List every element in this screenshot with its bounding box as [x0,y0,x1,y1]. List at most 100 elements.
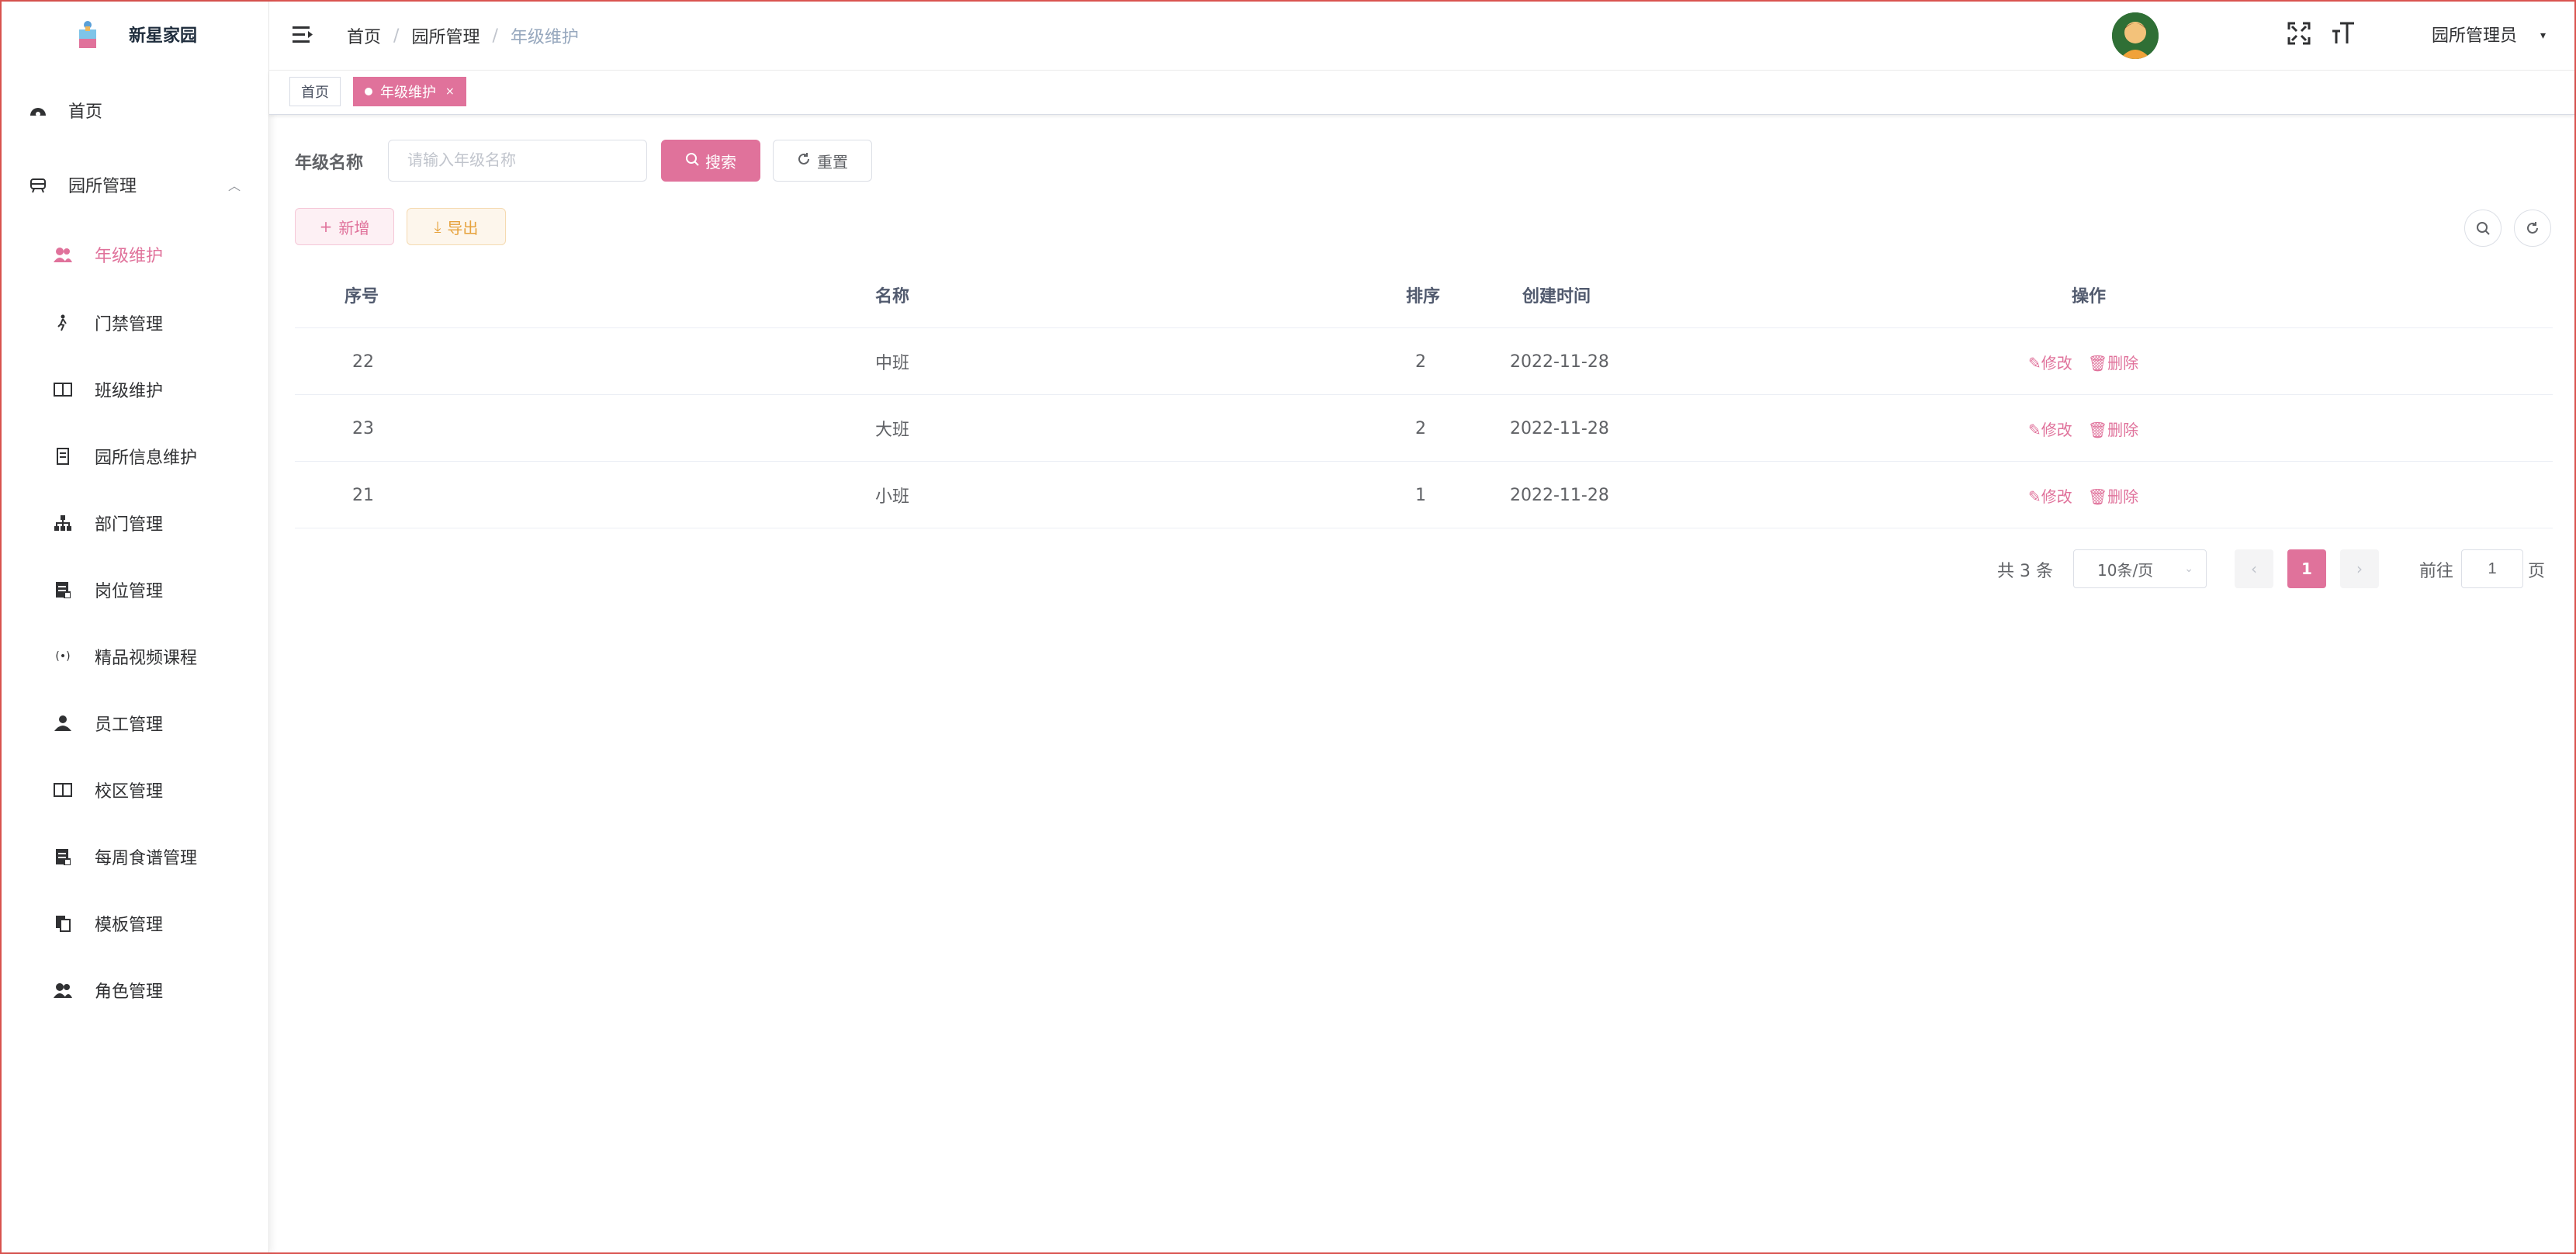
dashboard-icon [28,100,48,120]
font-size-icon[interactable] [2331,19,2356,50]
sidebar-item-access-control[interactable]: 门禁管理 [2,300,268,346]
column-header-sort: 排序 [1406,287,1441,307]
export-button[interactable]: ⤓ 导出 [407,208,506,245]
delete-link[interactable]: 🗑删除 [2088,351,2138,373]
sidebar-item-campus[interactable]: 校区管理 [2,767,268,813]
breadcrumb-separator: / [393,26,400,46]
sidebar-item-label: 员工管理 [95,715,164,735]
search-button-label: 搜索 [705,152,736,171]
cell-sort: 2 [1415,418,1426,438]
fullscreen-icon[interactable] [2287,22,2311,50]
breadcrumb-home[interactable]: 首页 [347,23,381,48]
page-number-button[interactable]: 1 [2287,549,2326,588]
add-button-label: 新增 [338,218,370,237]
edit-label: 修改 [2041,487,2072,506]
plus-icon: + [319,217,333,236]
cell-actions: ✎修改 🗑删除 [2028,329,2154,394]
cell-sort: 2 [1415,352,1426,372]
copy-icon [53,913,73,934]
cell-sort: 1 [1415,485,1426,505]
sidebar-item-home[interactable]: 首页 [2,87,268,133]
users-icon [53,244,73,265]
delete-link[interactable]: 🗑删除 [2088,484,2138,507]
caret-down-icon[interactable]: ▾ [2540,29,2546,42]
sidebar-item-template[interactable]: 模板管理 [2,900,268,947]
sidebar-item-role[interactable]: 角色管理 [2,967,268,1013]
chevron-down-icon: ⌄ [2184,563,2193,575]
trash-icon: 🗑 [2087,420,2108,439]
search-icon [2477,222,2490,235]
table-row: 22 中班 2 2022-11-28 ✎修改 🗑删除 [295,329,2553,395]
goto-unit: 页 [2528,562,2546,581]
prev-page-button[interactable]: ‹ [2235,549,2273,588]
tag-home[interactable]: 首页 [289,77,341,106]
sidebar-item-label: 门禁管理 [95,315,164,334]
sidebar-item-kindergarten-info[interactable]: 园所信息维护 [2,433,268,480]
edit-link[interactable]: ✎修改 [2028,484,2072,507]
cell-created: 2022-11-28 [1510,485,1609,505]
reset-button-label: 重置 [817,152,848,171]
sidebar-item-label: 角色管理 [95,982,164,1002]
sidebar-item-department[interactable]: 部门管理 [2,500,268,546]
cell-actions: ✎修改 🗑删除 [2028,462,2154,528]
delete-link[interactable]: 🗑删除 [2088,417,2138,440]
users-icon [53,980,73,1000]
table-header: 序号 名称 排序 创建时间 操作 [295,262,2553,328]
trash-icon: 🗑 [2087,353,2108,372]
column-header-id: 序号 [345,287,379,307]
tag-label: 首页 [301,85,329,101]
app-title: 新星家园 [129,26,198,46]
book-icon [53,379,73,400]
tag-grade-maintenance[interactable]: 年级维护 × [353,77,466,106]
delete-label: 删除 [2107,420,2139,439]
column-header-name: 名称 [875,287,910,307]
top-navbar: 首页 / 园所管理 / 年级维护 [269,2,2574,71]
sidebar-item-weekly-menu[interactable]: 每周食谱管理 [2,833,268,880]
book-icon [53,780,73,800]
sidebar-item-video-courses[interactable]: (•) 精品视频课程 [2,633,268,680]
edit-link[interactable]: ✎修改 [2028,351,2072,373]
cell-actions: ✎修改 🗑删除 [2028,396,2154,461]
search-button[interactable]: 搜索 [661,140,760,182]
sidebar-item-grade-maintenance[interactable]: 年级维护 [2,231,268,278]
sidebar-item-position[interactable]: 岗位管理 [2,566,268,613]
breadcrumb-kindergarten[interactable]: 园所管理 [411,23,480,48]
download-icon: ⤓ [434,217,441,236]
edit-label: 修改 [2041,353,2072,372]
edit-label: 修改 [2041,420,2072,439]
trash-icon: 🗑 [2087,487,2108,506]
page-size-select[interactable]: 10条/页 ⌄ [2073,549,2207,588]
sidebar-item-staff[interactable]: 员工管理 [2,700,268,747]
tags-view: 首页 年级维护 × [269,71,2574,115]
add-button[interactable]: + 新增 [295,208,394,245]
user-name[interactable]: 园所管理员 [2432,22,2517,47]
reset-button[interactable]: 重置 [773,140,872,182]
active-dot-icon [365,88,372,95]
column-header-actions: 操作 [2072,287,2107,307]
tree-icon [53,513,73,533]
cell-id: 23 [352,418,374,438]
list-icon [53,847,73,867]
sidebar-item-kindergarten-management[interactable]: 园所管理 ︿ [2,161,268,208]
edit-link[interactable]: ✎修改 [2028,417,2072,440]
export-button-label: 导出 [447,218,479,237]
cell-name: 大班 [875,421,910,440]
menu-toggle-icon[interactable] [293,25,314,45]
building-icon [28,175,48,195]
column-header-created: 创建时间 [1522,287,1591,307]
avatar[interactable] [2112,12,2159,59]
chevron-right-icon: › [2356,559,2363,578]
toggle-search-button[interactable] [2464,210,2502,247]
next-page-button[interactable]: › [2340,549,2379,588]
cell-created: 2022-11-28 [1510,352,1609,372]
refresh-icon [797,151,811,170]
page-size-value: 10条/页 [2097,560,2154,580]
goto-page-input[interactable] [2461,549,2523,588]
cell-name: 中班 [875,354,910,373]
cell-name: 小班 [875,487,910,507]
logo[interactable]: 新星家园 [2,2,268,68]
grade-name-input[interactable] [388,140,647,182]
close-icon[interactable]: × [445,85,455,98]
refresh-button[interactable] [2514,210,2551,247]
sidebar-item-class-maintenance[interactable]: 班级维护 [2,366,268,413]
